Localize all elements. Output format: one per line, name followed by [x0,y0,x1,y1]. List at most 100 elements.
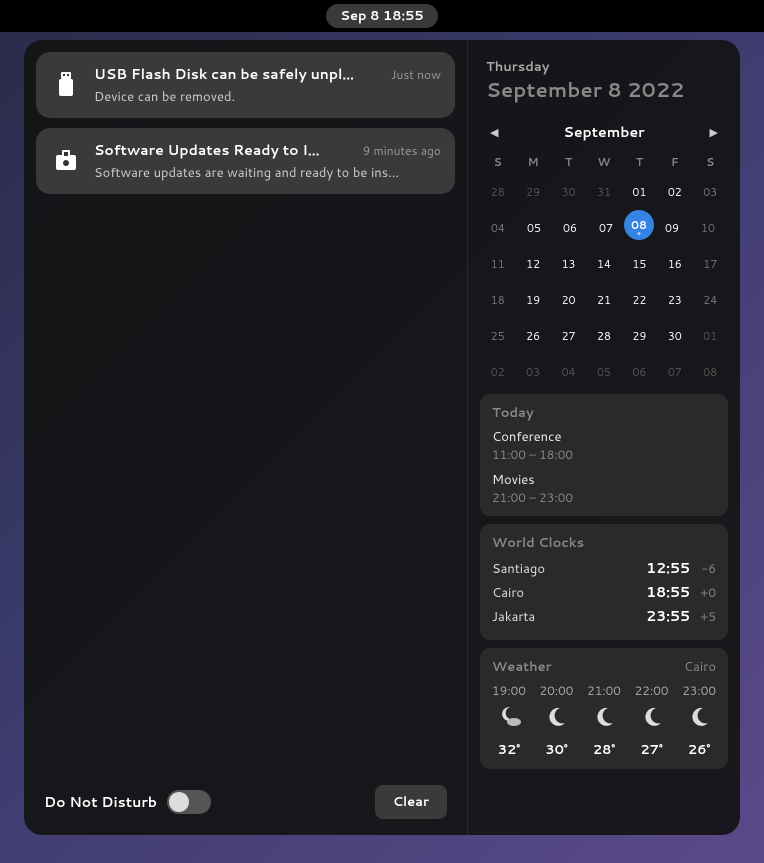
forecast-temp: 26° [688,741,710,759]
moon-icon [640,705,664,735]
calendar-day[interactable]: 01 [622,174,657,210]
topbar-datetime-pill[interactable]: Sep 8 18:55 [326,4,437,28]
calendar-day[interactable]: 03 [693,174,728,210]
calendar-day[interactable]: 06 [552,210,588,246]
calendar-day[interactable]: 26 [515,318,550,354]
calendar-day[interactable]: 20 [551,282,586,318]
clock-time: 18:55 [646,582,690,602]
clock-time: 23:55 [646,606,690,626]
forecast-time: 20:00 [540,682,574,699]
calendar-day[interactable]: 03 [515,354,550,390]
moon-icon [544,705,568,735]
clear-button[interactable]: Clear [375,785,447,819]
calendar-day[interactable]: 04 [551,354,586,390]
moon-icon [592,705,616,735]
forecast-item: 22:00 27° [635,682,669,759]
calendar-day[interactable]: 08 [693,354,728,390]
calendar-day[interactable]: 15 [622,246,657,282]
calendar-day[interactable]: 09 [654,210,690,246]
calendar-day[interactable]: 04 [480,210,516,246]
calendar-day[interactable]: 16 [657,246,692,282]
calendar-day[interactable]: 13 [551,246,586,282]
calendar-day-today[interactable]: 08 [624,210,654,240]
calendar-day[interactable]: 27 [551,318,586,354]
calendar-dow: S [480,150,515,174]
calendar-day[interactable]: 07 [588,210,624,246]
forecast-item: 19:00 32° [492,682,526,759]
calendar-day[interactable]: 22 [622,282,657,318]
calendar-day[interactable]: 02 [657,174,692,210]
notifications-list: USB Flash Disk can be safely unpl… Just … [36,52,455,781]
calendar-nav: ◀ September ▶ [478,114,730,150]
clock-city: Jakarta [492,608,638,626]
weekday-label: Thursday [486,58,722,76]
notification[interactable]: Software Updates Ready to I… 9 minutes a… [36,128,455,194]
calendar-day[interactable]: 29 [622,318,657,354]
clock-city: Santiago [492,560,638,578]
dnd-label: Do Not Disturb [44,792,157,812]
calendar-day[interactable]: 06 [622,354,657,390]
calendar-day[interactable]: 28 [480,174,515,210]
calendar-day[interactable]: 28 [586,318,621,354]
notification-desc: Device can be removed. [94,88,441,106]
notification-body: USB Flash Disk can be safely unpl… Just … [94,64,441,106]
weather-card[interactable]: Weather Cairo 19:00 32° 20:00 30° 21:00 28… [480,648,728,769]
prev-month-icon[interactable]: ◀ [486,120,502,144]
events-card[interactable]: Today Conference 11:00 – 18:00 Movies 21:… [480,394,728,516]
calendar-day[interactable]: 29 [515,174,550,210]
dnd-control: Do Not Disturb [44,790,211,814]
calendar-day[interactable]: 02 [480,354,515,390]
event-item: Conference 11:00 – 18:00 [492,428,716,463]
date-header: Thursday September 8 2022 [478,58,730,114]
full-date-label: September 8 2022 [486,76,722,104]
calendar-day[interactable]: 19 [515,282,550,318]
weather-city: Cairo [684,658,716,676]
forecast-item: 21:00 28° [587,682,621,759]
dnd-toggle-knob [169,792,189,812]
calendar-day[interactable]: 31 [586,174,621,210]
calendar-day[interactable]: 23 [657,282,692,318]
calendar-day[interactable]: 14 [586,246,621,282]
moon-icon [687,705,711,735]
forecast-item: 20:00 30° [540,682,574,759]
clock-row: Santiago 12:55 -6 [492,558,716,578]
calendar-day[interactable]: 07 [657,354,692,390]
calendar-dow: T [551,150,586,174]
tray-footer: Do Not Disturb Clear [36,781,455,823]
calendar-day[interactable]: 21 [586,282,621,318]
calendar-day[interactable]: 05 [586,354,621,390]
software-icon [50,144,82,176]
calendar-day[interactable]: 01 [693,318,728,354]
calendar-dow: W [586,150,621,174]
clock-offset: +5 [698,608,716,625]
calendar-dow: M [515,150,550,174]
calendar-day[interactable]: 30 [657,318,692,354]
calendar-day[interactable]: 25 [480,318,515,354]
events-title: Today [492,404,716,422]
calendar-day[interactable]: 12 [515,246,550,282]
world-clocks-card[interactable]: World Clocks Santiago 12:55 -6Cairo 18:5… [480,524,728,640]
forecast-temp: 28° [593,741,615,759]
notification-time: Just now [391,66,441,83]
calendar-day[interactable]: 18 [480,282,515,318]
forecast-item: 23:00 26° [682,682,716,759]
calendar-day[interactable]: 10 [690,210,726,246]
next-month-icon[interactable]: ▶ [706,120,722,144]
notification-title: Software Updates Ready to I… [94,140,353,160]
forecast-time: 19:00 [492,682,526,699]
dnd-toggle[interactable] [167,790,211,814]
usb-icon [50,68,82,100]
notification[interactable]: USB Flash Disk can be safely unpl… Just … [36,52,455,118]
calendar-day[interactable]: 24 [693,282,728,318]
calendar-day[interactable]: 05 [516,210,552,246]
calendar-day[interactable]: 11 [480,246,515,282]
calendar-day[interactable]: 17 [693,246,728,282]
event-item: Movies 21:00 – 23:00 [492,471,716,506]
event-name: Movies [492,471,716,489]
moon-cloud-icon [496,705,522,735]
notification-desc: Software updates are waiting and ready t… [94,164,441,182]
notification-body: Software Updates Ready to I… 9 minutes a… [94,140,441,182]
calendar-dow: S [693,150,728,174]
calendar-day[interactable]: 30 [551,174,586,210]
weather-title: Weather [492,658,552,676]
